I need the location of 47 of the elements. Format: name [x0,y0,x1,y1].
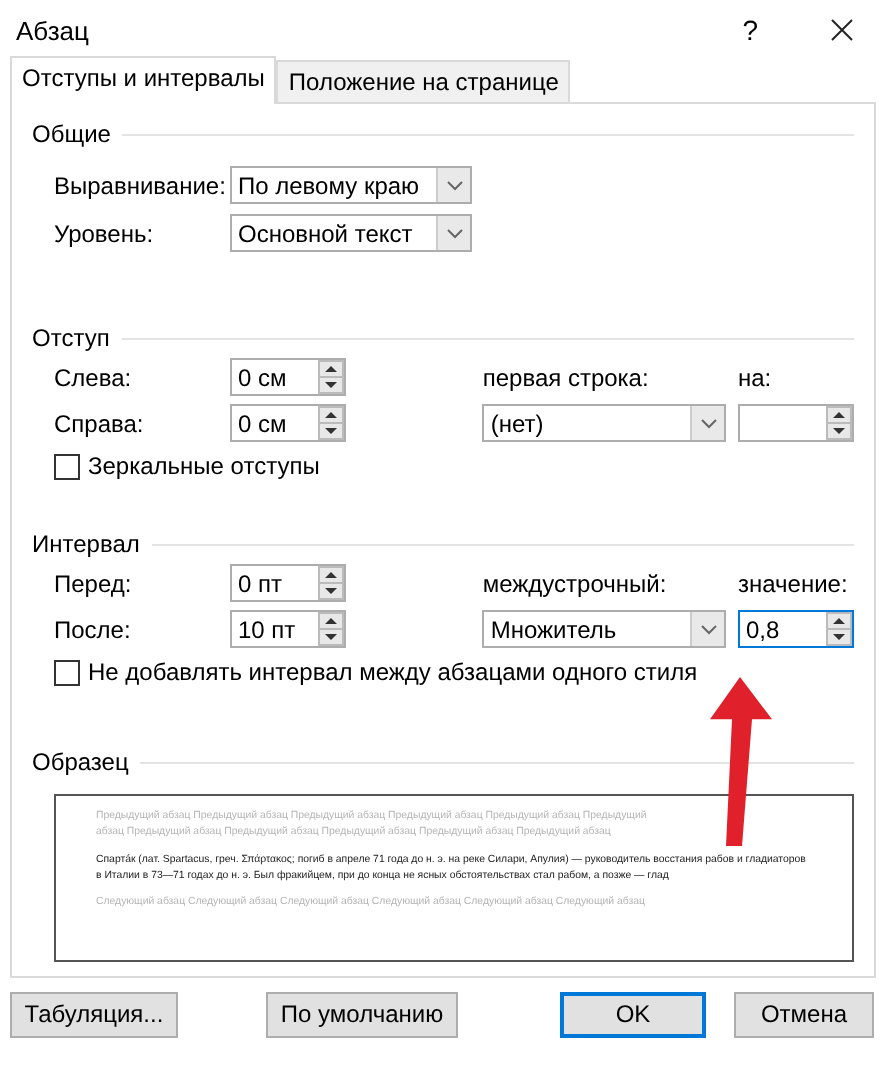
spin-arrows-icon[interactable] [318,406,344,440]
dropdown[interactable]: Основной текст [230,214,472,252]
tab[interactable]: Отступы и интервалы [10,56,277,104]
group-title: Образец [32,748,129,776]
field-label: После: [54,615,133,643]
spin-arrows-icon[interactable] [318,612,344,646]
chevron-icon [699,623,718,635]
group-title: Общие [32,120,111,148]
spin-field[interactable]: 10 пт [230,610,346,648]
tab[interactable]: Положение на странице [276,60,571,102]
window-title: Абзац [16,15,91,45]
dialog-button[interactable]: Табуляция... [10,991,178,1037]
checkbox-label: Зеркальные отступы [88,452,320,480]
spin-field[interactable]: 0 пт [230,564,346,602]
spin-arrows-icon[interactable] [826,612,852,646]
close-icon[interactable] [830,18,854,42]
field-label: междустрочный: [482,569,667,597]
field-label: значение: [738,569,848,597]
group-title: Интервал [32,530,140,558]
dropdown[interactable]: (нет) [482,404,727,442]
checkbox-label: Не добавлять интервал между абзацами одного стиля [88,658,698,686]
chevron-icon [445,227,463,239]
group-title: Отступ [32,324,110,352]
field-label: Перед: [54,569,134,597]
dialog-button[interactable]: По умолчанию [266,991,458,1037]
spin-arrows-icon[interactable] [826,406,852,440]
spin-field[interactable]: 0 см [230,404,346,442]
field-label: Уровень: [54,219,156,247]
field-label: Выравнивание: [54,171,228,199]
spin-field[interactable]: 0 см [230,358,346,396]
dialog-button[interactable]: Отмена [734,991,874,1037]
field-label: Справа: [54,409,146,437]
spin-arrows-icon[interactable] [318,566,344,600]
chevron-icon [699,417,718,429]
checkbox[interactable] [54,453,80,479]
dropdown[interactable]: Множитель [482,610,727,648]
help-button[interactable]: ? [742,14,758,46]
spin-field[interactable]: 0,8 [738,610,854,648]
spin-field[interactable] [738,404,854,442]
chevron-icon [445,179,463,191]
spin-arrows-icon[interactable] [318,360,344,394]
checkbox[interactable] [54,659,80,685]
field-label: Слева: [54,363,134,391]
dropdown[interactable]: По левому краю [230,166,472,204]
field-label: на: [738,363,772,391]
field-label: первая строка: [482,363,649,391]
dialog-button[interactable]: OK [560,991,706,1037]
